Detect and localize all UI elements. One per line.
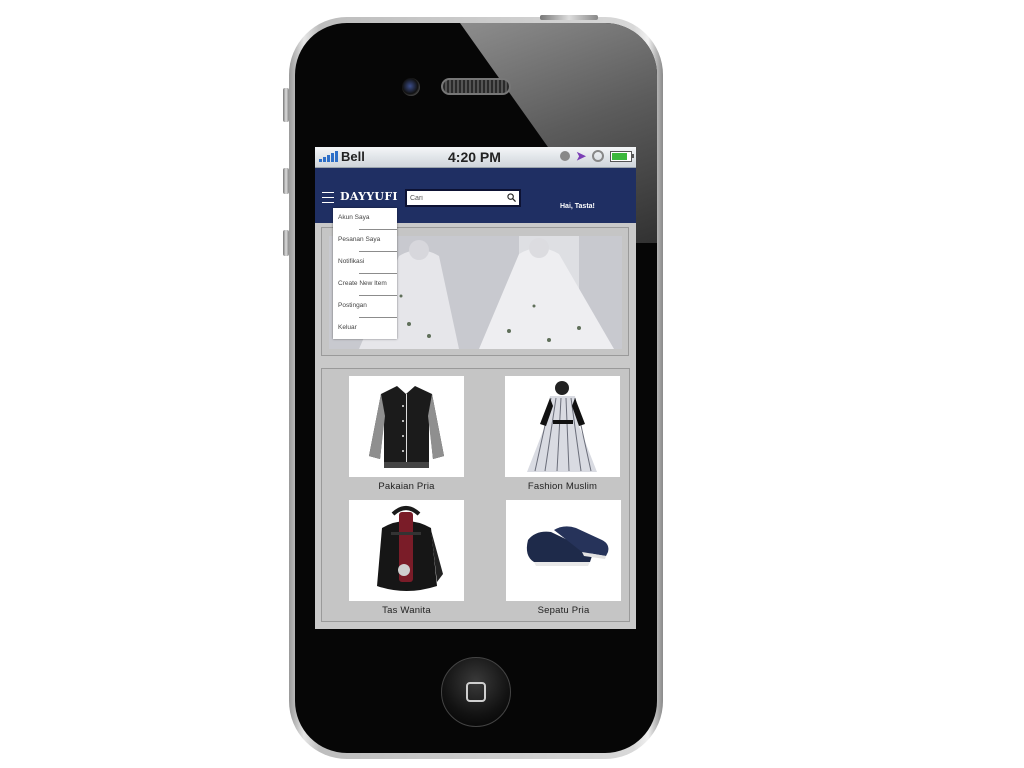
menu-item-keluar[interactable]: Keluar	[333, 318, 397, 340]
search-box	[405, 189, 521, 207]
category-grid: Pakaian Pria Fashion Muslim Tas Wanita S…	[321, 368, 630, 622]
dress-image	[505, 376, 620, 477]
volume-down-button	[283, 230, 289, 256]
backpack-image	[349, 500, 464, 601]
home-button-icon[interactable]	[441, 657, 511, 727]
menu-item-akun-saya[interactable]: Akun Saya	[333, 208, 397, 230]
menu-item-postingan[interactable]: Postingan	[333, 296, 397, 318]
jacket-image	[349, 376, 464, 477]
location-arrow-icon: ➤	[575, 149, 586, 163]
menu-item-notifikasi[interactable]: Notifikasi	[333, 252, 397, 274]
category-label: Sepatu Pria	[537, 605, 590, 616]
category-card-sepatu-pria[interactable]: Sepatu Pria	[506, 500, 621, 616]
front-camera	[402, 78, 420, 96]
home-square-icon	[466, 682, 486, 702]
category-label: Tas Wanita	[382, 605, 431, 616]
category-card-fashion-muslim[interactable]: Fashion Muslim	[505, 376, 620, 492]
search-input[interactable]	[407, 191, 502, 205]
category-card-pakaian-pria[interactable]: Pakaian Pria	[349, 376, 464, 492]
search-icon[interactable]	[507, 193, 516, 202]
user-menu-dropdown: Akun Saya Pesanan Saya Notifikasi Create…	[333, 208, 397, 339]
earpiece-speaker	[441, 78, 511, 95]
phone-screen: Bell 4:20 PM ➤ DAYYUFI Hai, Tasta!	[315, 147, 636, 629]
menu-item-create-new-item[interactable]: Create New Item	[333, 274, 397, 296]
carrier-name: Bell	[341, 149, 365, 164]
volume-up-button	[283, 168, 289, 194]
user-greeting[interactable]: Hai, Tasta!	[560, 203, 595, 210]
status-bar: Bell 4:20 PM ➤	[315, 147, 636, 168]
power-button	[540, 15, 598, 20]
category-label: Pakaian Pria	[378, 481, 435, 492]
alarm-icon	[559, 151, 570, 161]
hamburger-icon[interactable]	[322, 192, 334, 203]
rotation-lock-icon	[592, 150, 604, 162]
battery-icon	[610, 150, 634, 162]
status-time: 4:20 PM	[448, 149, 501, 165]
shoes-image	[506, 500, 621, 601]
signal-icon	[319, 151, 338, 162]
category-card-tas-wanita[interactable]: Tas Wanita	[349, 500, 464, 616]
menu-item-pesanan-saya[interactable]: Pesanan Saya	[333, 230, 397, 252]
category-label: Fashion Muslim	[527, 481, 598, 492]
status-icons: ➤	[559, 149, 634, 163]
brand-logo[interactable]: DAYYUFI	[340, 190, 398, 203]
silent-switch	[283, 88, 289, 122]
